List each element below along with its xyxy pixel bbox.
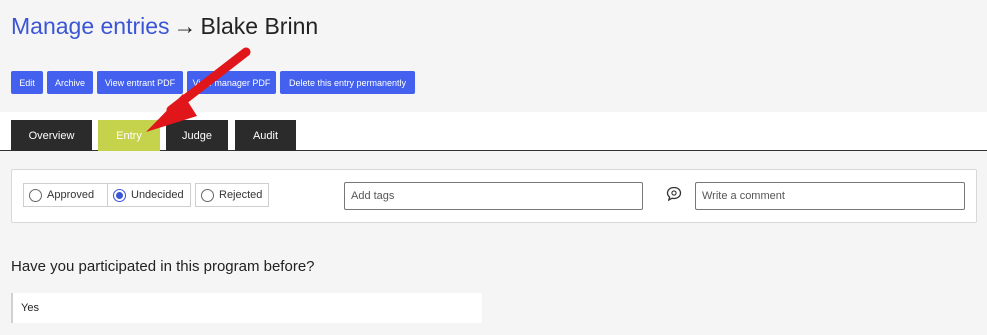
tab-bar: Overview Entry Judge Audit — [0, 112, 987, 151]
status-undecided-radio[interactable]: Undecided — [107, 183, 191, 207]
question-label: Have you participated in this program be… — [11, 258, 315, 275]
radio-circle-icon — [201, 188, 214, 202]
radio-circle-selected-icon — [113, 188, 126, 202]
tab-entry[interactable]: Entry — [98, 120, 160, 151]
comment-input[interactable] — [695, 182, 965, 210]
tab-overview[interactable]: Overview — [11, 120, 92, 151]
status-undecided-label: Undecided — [131, 189, 184, 201]
breadcrumb-arrow-icon: → — [173, 13, 197, 39]
tab-audit[interactable]: Audit — [235, 120, 296, 151]
red-pointer-arrow-icon — [146, 47, 251, 132]
tab-judge[interactable]: Judge — [166, 120, 228, 151]
tags-input[interactable] — [344, 182, 643, 210]
status-rejected-label: Rejected — [219, 189, 263, 201]
status-rejected-radio[interactable]: Rejected — [195, 183, 269, 207]
archive-button[interactable]: Archive — [47, 71, 93, 94]
answer-value: Yes — [11, 293, 482, 323]
view-manager-pdf-button[interactable]: View manager PDF — [187, 71, 276, 94]
status-approved-radio[interactable]: Approved — [23, 183, 113, 207]
entrant-name: Blake Brinn — [200, 13, 319, 39]
speech-bubble-icon[interactable] — [666, 186, 682, 202]
review-panel: Approved Undecided Rejected — [11, 169, 977, 223]
page-title: Manage entries → Blake Brinn — [11, 12, 318, 40]
delete-entry-button[interactable]: Delete this entry permanently — [280, 71, 415, 94]
edit-button[interactable]: Edit — [11, 71, 43, 94]
radio-circle-icon — [29, 188, 42, 202]
breadcrumb-manage-entries[interactable]: Manage entries — [11, 13, 170, 39]
action-toolbar: Edit Archive View entrant PDF View manag… — [11, 71, 415, 94]
view-entrant-pdf-button[interactable]: View entrant PDF — [97, 71, 183, 94]
status-approved-label: Approved — [47, 189, 95, 201]
